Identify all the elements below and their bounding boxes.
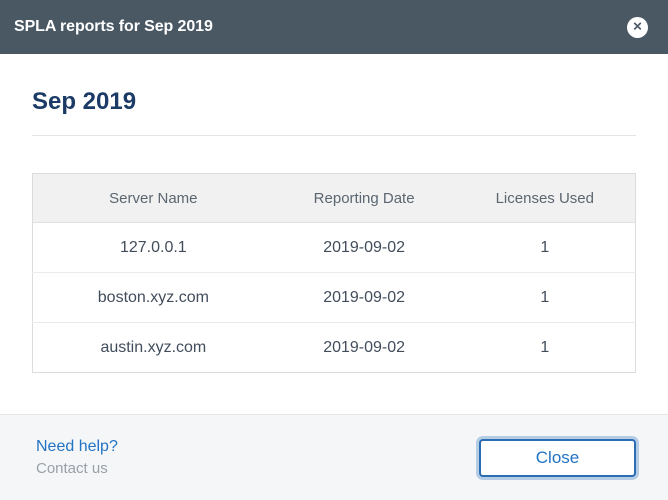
cell-reporting-date: 2019-09-02 <box>274 223 455 273</box>
close-button[interactable]: Close <box>479 439 636 477</box>
close-icon-button[interactable]: ✕ <box>627 17 648 38</box>
cell-licenses-used: 1 <box>455 223 636 273</box>
cell-server-name: boston.xyz.com <box>33 273 274 323</box>
column-header-reporting-date: Reporting Date <box>274 174 455 223</box>
table-header-row: Server Name Reporting Date Licenses Used <box>33 174 636 223</box>
modal-dialog: SPLA reports for Sep 2019 ✕ Sep 2019 Ser… <box>0 0 668 500</box>
column-header-server-name: Server Name <box>33 174 274 223</box>
cell-reporting-date: 2019-09-02 <box>274 323 455 373</box>
cell-licenses-used: 1 <box>455 273 636 323</box>
help-block: Need help? Contact us <box>36 438 118 477</box>
table-row: austin.xyz.com 2019-09-02 1 <box>33 323 636 373</box>
contact-us-text: Contact us <box>36 460 118 477</box>
reports-table: Server Name Reporting Date Licenses Used… <box>32 173 636 373</box>
table-row: 127.0.0.1 2019-09-02 1 <box>33 223 636 273</box>
cell-server-name: 127.0.0.1 <box>33 223 274 273</box>
page-title: Sep 2019 <box>32 88 636 116</box>
dialog-footer: Need help? Contact us Close <box>0 414 668 500</box>
need-help-link[interactable]: Need help? <box>36 438 118 456</box>
close-icon: ✕ <box>632 21 642 33</box>
dialog-title: SPLA reports for Sep 2019 <box>14 18 213 36</box>
cell-reporting-date: 2019-09-02 <box>274 273 455 323</box>
dialog-header: SPLA reports for Sep 2019 ✕ <box>0 0 668 54</box>
cell-licenses-used: 1 <box>455 323 636 373</box>
dialog-body: Sep 2019 Server Name Reporting Date Lice… <box>0 88 668 373</box>
cell-server-name: austin.xyz.com <box>33 323 274 373</box>
divider <box>32 135 636 136</box>
table-row: boston.xyz.com 2019-09-02 1 <box>33 273 636 323</box>
column-header-licenses-used: Licenses Used <box>455 174 636 223</box>
